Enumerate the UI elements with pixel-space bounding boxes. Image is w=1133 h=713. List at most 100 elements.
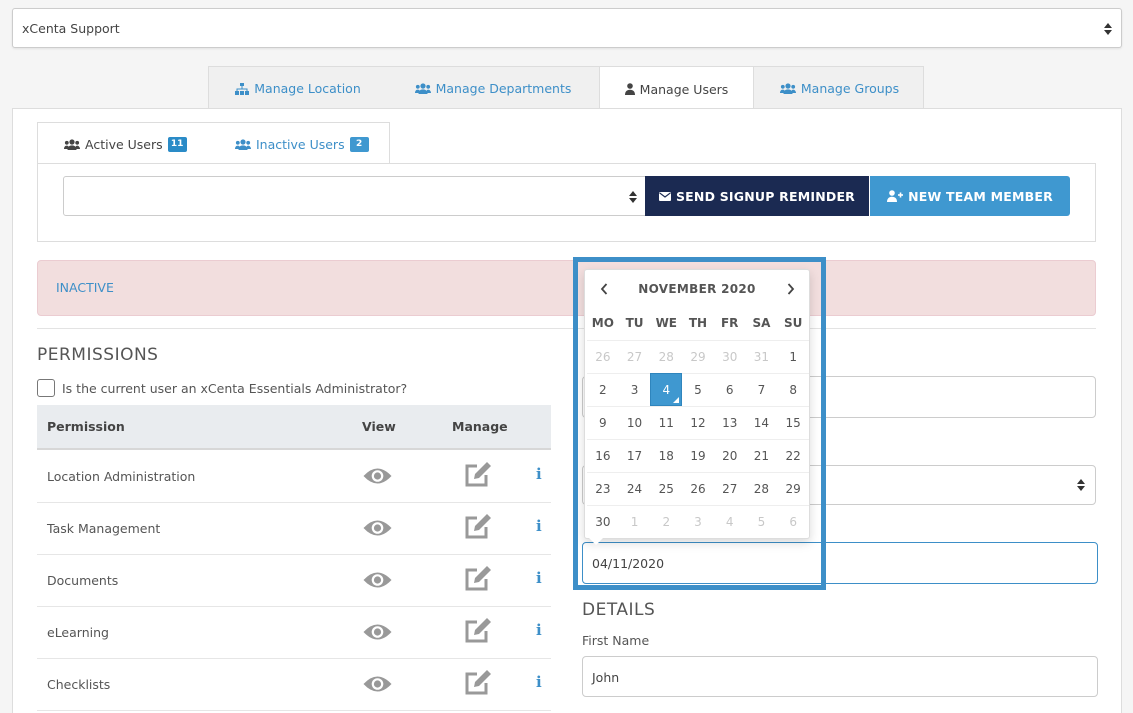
calendar-day[interactable]: 25 bbox=[650, 472, 683, 505]
new-team-member-button[interactable]: NEW TEAM MEMBER bbox=[870, 176, 1070, 216]
calendar-day[interactable]: 1 bbox=[618, 505, 651, 538]
edit-icon[interactable] bbox=[464, 514, 493, 540]
sitemap-icon bbox=[235, 82, 250, 95]
calendar-day[interactable]: 12 bbox=[682, 406, 714, 439]
calendar-day[interactable]: 14 bbox=[745, 406, 778, 439]
send-signup-reminder-button[interactable]: SEND SIGNUP REMINDER bbox=[645, 176, 869, 216]
manage-column-header: Manage bbox=[452, 419, 508, 434]
weekday-header-row: MO TU WE TH FR SA SU bbox=[587, 308, 809, 339]
admin-checkbox-label: Is the current user an xCenta Essentials… bbox=[62, 381, 408, 396]
eye-icon[interactable] bbox=[363, 623, 392, 641]
info-icon[interactable]: i bbox=[536, 465, 542, 483]
info-icon[interactable]: i bbox=[536, 621, 542, 639]
active-users-count-badge: 11 bbox=[167, 136, 187, 152]
tab-inactive-users-label: Inactive Users bbox=[256, 136, 345, 152]
eye-icon[interactable] bbox=[363, 519, 392, 537]
calendar-day[interactable]: 8 bbox=[777, 373, 809, 406]
calendar-day[interactable]: 5 bbox=[682, 373, 714, 406]
calendar-day[interactable]: 19 bbox=[682, 439, 714, 472]
calendar-day[interactable]: 10 bbox=[618, 406, 651, 439]
calendar-day[interactable]: 1 bbox=[777, 340, 809, 373]
select-arrows-icon bbox=[1077, 479, 1085, 491]
calendar-day[interactable]: 3 bbox=[682, 505, 714, 538]
calendar-day[interactable]: 18 bbox=[650, 439, 683, 472]
calendar-day[interactable]: 16 bbox=[587, 439, 619, 472]
table-row: eLearning i bbox=[37, 607, 551, 659]
calendar-day[interactable]: 21 bbox=[745, 439, 778, 472]
calendar-header: NOVEMBER 2020 bbox=[585, 270, 809, 307]
calendar-day[interactable]: 15 bbox=[777, 406, 809, 439]
weekday-label: TH bbox=[688, 316, 708, 330]
calendar-day[interactable]: 28 bbox=[650, 340, 683, 373]
users-icon bbox=[779, 83, 796, 94]
calendar-day[interactable]: 6 bbox=[777, 505, 809, 538]
permission-column-header: Permission bbox=[47, 419, 125, 434]
eye-icon[interactable] bbox=[363, 571, 392, 589]
user-select[interactable] bbox=[63, 176, 646, 216]
organisation-select[interactable]: xCenta Support bbox=[12, 8, 1122, 48]
calendar-day-grid: 26 27 28 29 30 31 1 2 3 4 5 6 7 8 9 10 11 12 13 14 15 16 17 18 1… bbox=[587, 340, 809, 538]
eye-icon[interactable] bbox=[363, 675, 392, 693]
calendar-day[interactable]: 2 bbox=[650, 505, 683, 538]
permission-name: Task Management bbox=[47, 521, 161, 536]
calendar-day[interactable]: 30 bbox=[713, 340, 746, 373]
info-icon[interactable]: i bbox=[536, 673, 542, 691]
calendar-day[interactable]: 5 bbox=[745, 505, 778, 538]
calendar-day[interactable]: 28 bbox=[745, 472, 778, 505]
calendar-day[interactable]: 26 bbox=[682, 472, 714, 505]
tab-manage-departments[interactable]: Manage Departments bbox=[387, 67, 599, 110]
users-icon bbox=[235, 138, 251, 150]
weekday-label: MO bbox=[591, 316, 614, 330]
calendar-day[interactable]: 17 bbox=[618, 439, 651, 472]
first-name-label: First Name bbox=[582, 633, 650, 648]
info-icon[interactable]: i bbox=[536, 517, 542, 535]
edit-icon[interactable] bbox=[464, 618, 493, 644]
calendar-day[interactable]: 3 bbox=[618, 373, 651, 406]
edit-icon[interactable] bbox=[464, 566, 493, 592]
calendar-day[interactable]: 6 bbox=[713, 373, 746, 406]
calendar-day[interactable]: 7 bbox=[745, 373, 778, 406]
tab-inactive-users[interactable]: Inactive Users 2 bbox=[235, 123, 369, 165]
table-row: Documents i bbox=[37, 555, 551, 607]
calendar-day[interactable]: 26 bbox=[587, 340, 619, 373]
edit-icon[interactable] bbox=[464, 670, 493, 696]
edit-icon[interactable] bbox=[464, 462, 493, 488]
tab-manage-users[interactable]: Manage Users bbox=[599, 67, 754, 111]
calendar-day[interactable]: 20 bbox=[713, 439, 746, 472]
select-arrows-icon bbox=[629, 191, 637, 203]
calendar-day[interactable]: 29 bbox=[777, 472, 809, 505]
next-month-button[interactable] bbox=[780, 278, 802, 300]
inactive-status-text: INACTIVE bbox=[56, 280, 114, 295]
admin-checkbox[interactable] bbox=[37, 379, 55, 397]
calendar-day-selected[interactable]: 4 bbox=[650, 373, 683, 406]
permissions-table-header: Permission View Manage bbox=[37, 405, 551, 450]
calendar-day[interactable]: 23 bbox=[587, 472, 619, 505]
calendar-day[interactable]: 2 bbox=[587, 373, 619, 406]
tab-manage-location[interactable]: Manage Location bbox=[209, 67, 387, 110]
calendar-day[interactable]: 24 bbox=[618, 472, 651, 505]
calendar-day[interactable]: 9 bbox=[587, 406, 619, 439]
calendar-day[interactable]: 30 bbox=[587, 505, 619, 538]
eye-icon[interactable] bbox=[363, 467, 392, 485]
weekday-label: TU bbox=[625, 316, 644, 330]
inactive-status-alert: INACTIVE bbox=[37, 260, 1096, 316]
calendar-month-title[interactable]: NOVEMBER 2020 bbox=[585, 282, 809, 296]
tab-active-users[interactable]: Active Users 11 bbox=[64, 123, 187, 165]
calendar-day[interactable]: 13 bbox=[713, 406, 746, 439]
organisation-select-value: xCenta Support bbox=[22, 21, 120, 36]
tab-active-users-label: Active Users bbox=[85, 136, 163, 152]
tab-manage-groups[interactable]: Manage Groups bbox=[754, 67, 925, 110]
calendar-day[interactable]: 22 bbox=[777, 439, 809, 472]
calendar-day[interactable]: 4 bbox=[713, 505, 746, 538]
calendar-day[interactable]: 27 bbox=[618, 340, 651, 373]
calendar-day[interactable]: 31 bbox=[745, 340, 778, 373]
new-team-member-label: NEW TEAM MEMBER bbox=[908, 188, 1053, 204]
first-name-input[interactable]: John bbox=[582, 656, 1098, 697]
info-icon[interactable]: i bbox=[536, 569, 542, 587]
calendar-day[interactable]: 11 bbox=[650, 406, 683, 439]
weekday-label: SU bbox=[783, 316, 803, 330]
permissions-title: PERMISSIONS bbox=[37, 345, 159, 365]
calendar-day[interactable]: 27 bbox=[713, 472, 746, 505]
weekday-label: WE bbox=[655, 316, 677, 330]
calendar-day[interactable]: 29 bbox=[682, 340, 714, 373]
